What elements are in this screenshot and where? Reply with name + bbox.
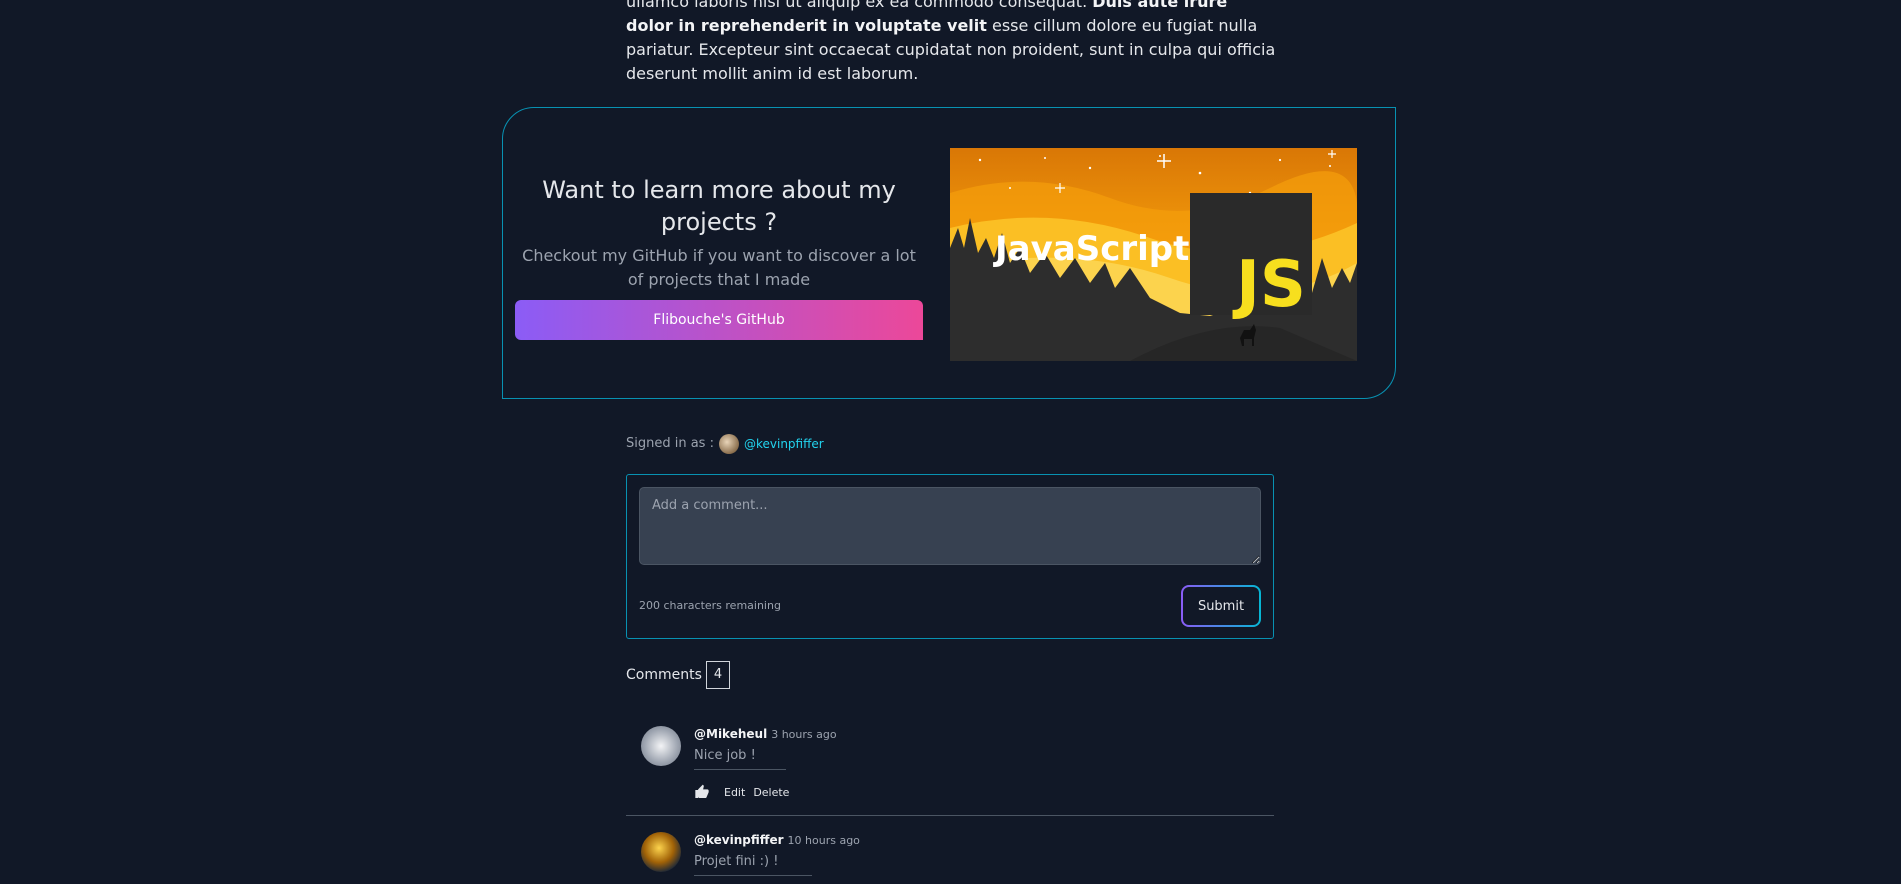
comment-meta: @kevinpfiffer 10 hours ago bbox=[694, 833, 860, 847]
comment-text: Projet fini :) ! bbox=[694, 854, 812, 876]
cta-subtitle: Checkout my GitHub if you want to discov… bbox=[522, 246, 916, 289]
user-avatar bbox=[718, 434, 739, 454]
comments-label: Comments bbox=[626, 667, 702, 683]
comments-header: Comments 4 bbox=[626, 661, 731, 689]
signed-in-username[interactable]: @kevinpfiffer bbox=[744, 433, 824, 455]
github-button[interactable]: Flibouche's GitHub bbox=[515, 300, 923, 340]
js-logo-text: JS bbox=[1232, 248, 1306, 322]
comment-author[interactable]: @Mikeheul bbox=[694, 727, 767, 741]
signed-in-status: Signed in as : @kevinpfiffer bbox=[626, 433, 824, 455]
avatar bbox=[641, 832, 681, 872]
github-cta-card: Want to learn more about my projects ? C… bbox=[502, 107, 1396, 399]
comment-form: 200 characters remaining Submit bbox=[626, 474, 1274, 639]
comment-divider bbox=[626, 815, 1274, 816]
comment-time: 10 hours ago bbox=[787, 834, 860, 847]
submit-button[interactable]: Submit bbox=[1181, 585, 1261, 627]
signed-in-label: Signed in as : bbox=[626, 436, 714, 451]
comment-actions: Edit Delete bbox=[694, 784, 789, 800]
comment-text: Nice job ! bbox=[694, 748, 786, 770]
avatar bbox=[641, 726, 681, 766]
article-text: ullamco laboris nisi ut aliquip ex ea co… bbox=[626, 0, 1093, 11]
article-body: ullamco laboris nisi ut aliquip ex ea co… bbox=[626, 0, 1276, 86]
comment-author[interactable]: @kevinpfiffer bbox=[694, 833, 784, 847]
characters-remaining: 200 characters remaining bbox=[639, 599, 781, 612]
javascript-wordmark: JavaScript bbox=[993, 229, 1189, 269]
edit-button[interactable]: Edit bbox=[724, 786, 745, 799]
comment-time: 3 hours ago bbox=[771, 728, 837, 741]
comments-count-badge: 4 bbox=[705, 661, 731, 689]
cta-content: Want to learn more about my projects ? C… bbox=[515, 174, 923, 340]
delete-button[interactable]: Delete bbox=[753, 786, 789, 799]
comment-meta: @Mikeheul 3 hours ago bbox=[694, 727, 837, 741]
javascript-banner-image: JS JavaScript bbox=[950, 148, 1357, 361]
cta-title: Want to learn more about my projects ? bbox=[542, 176, 896, 236]
thumbs-up-icon[interactable] bbox=[694, 784, 710, 800]
comment-input[interactable] bbox=[639, 487, 1261, 565]
article-paragraph: ullamco laboris nisi ut aliquip ex ea co… bbox=[626, 0, 1276, 86]
